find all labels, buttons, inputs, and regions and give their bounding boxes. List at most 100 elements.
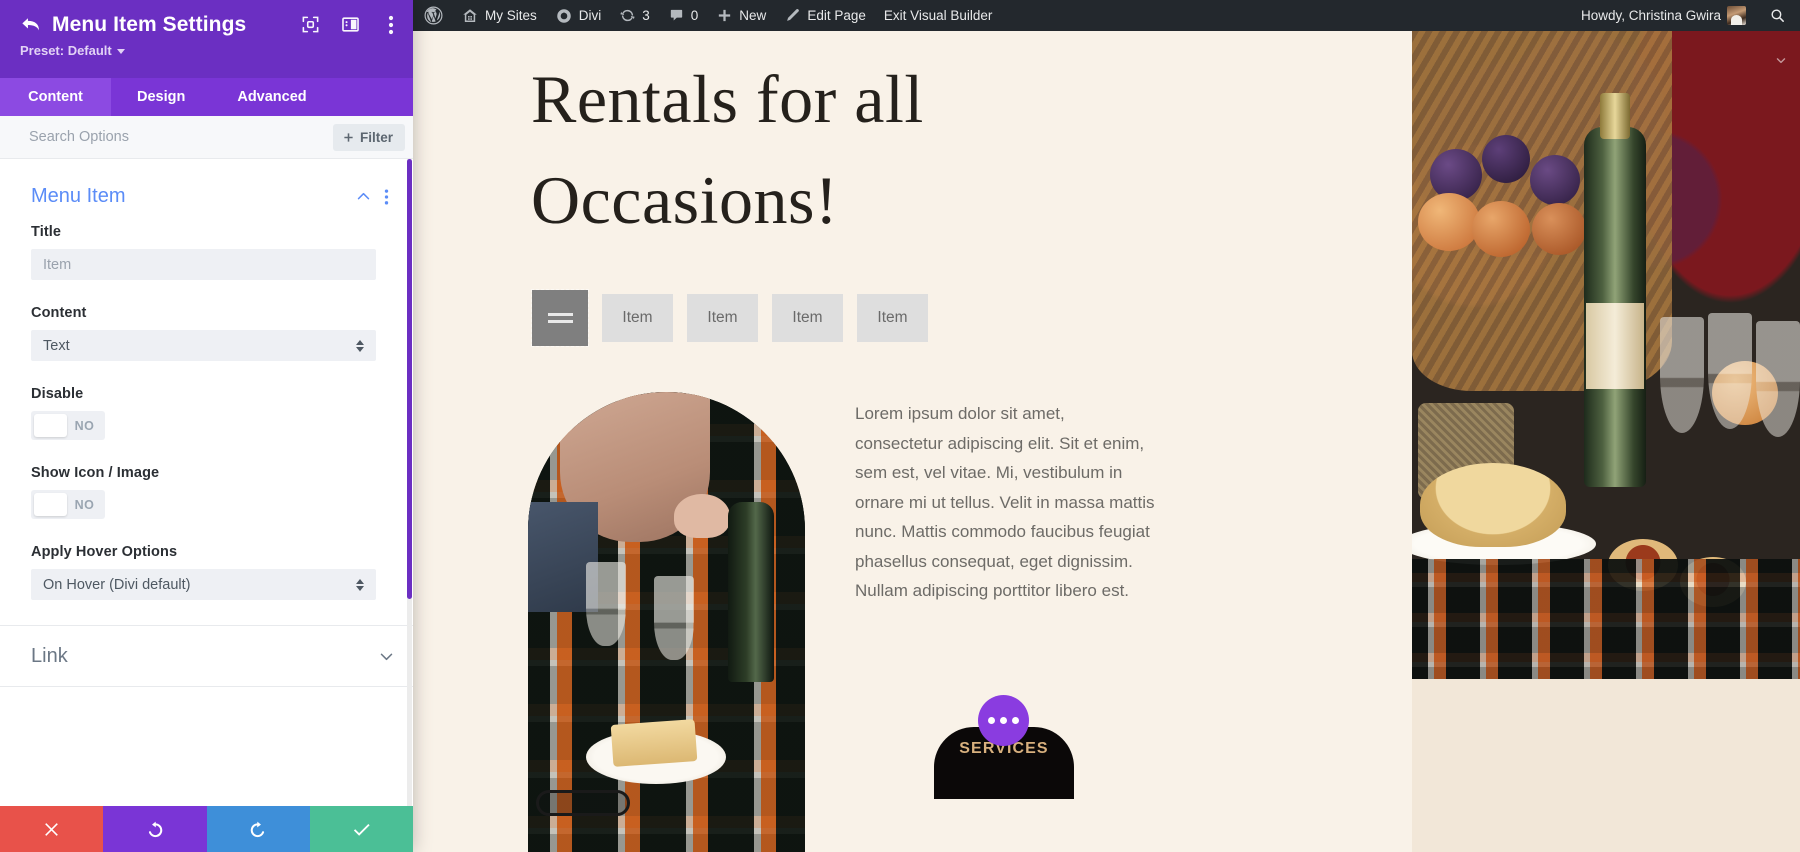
wp-logo-button[interactable] [413,0,452,31]
group-header-link[interactable]: Link [0,625,413,687]
hamburger-menu-icon [547,309,573,327]
wp-divi-button[interactable]: Divi [546,0,611,31]
wp-account-menu[interactable]: Howdy, Christina Gwira [1572,0,1755,31]
back-arrow-icon[interactable] [18,13,44,37]
wine-glass [586,562,626,646]
search-icon [1771,9,1784,22]
toggle-knob [34,493,67,516]
hamburger-menu-button[interactable] [531,289,589,347]
plus-icon [344,132,353,142]
chevron-up-icon[interactable] [349,188,378,205]
wp-admin-bar: My Sites Divi 3 0 New Edit Page Exit Vis… [413,0,1800,31]
updates-icon [620,9,635,22]
heading-line-2: Occasions! [531,162,839,238]
filter-label: Filter [359,129,393,145]
wp-updates-count: 3 [642,8,650,23]
wp-edit-page-button[interactable]: Edit Page [775,0,875,31]
wine-glass [1708,313,1752,429]
focus-target-icon[interactable] [300,14,321,35]
group-header-menu-item[interactable]: Menu Item [0,159,413,208]
settings-scrollbar-thumb[interactable] [407,159,412,599]
wp-exit-visual-builder-button[interactable]: Exit Visual Builder [875,0,1002,31]
filter-button[interactable]: Filter [332,123,405,151]
menu-item-2[interactable]: Item [687,294,758,342]
wp-comments-button[interactable]: 0 [659,0,708,31]
tab-content[interactable]: Content [0,78,111,116]
tab-design[interactable]: Design [111,78,211,116]
wine-glass [1756,321,1800,437]
panel-layout-icon[interactable] [340,14,361,35]
cancel-button[interactable] [0,806,104,852]
wp-comments-count: 0 [690,8,699,23]
menu-item-1[interactable]: Item [602,294,673,342]
select-arrows-icon [356,339,364,352]
page-title: Rentals for all Occasions! [531,31,1091,251]
show-icon-image-toggle-value: NO [74,497,95,512]
menu-item-4[interactable]: Item [857,294,928,342]
link-group-title: Link [31,644,68,667]
settings-scroll-area: Menu Item Title Item Content Text Disabl… [0,159,413,806]
vertical-dots-icon[interactable] [378,188,395,206]
wp-new-button[interactable]: New [707,0,775,31]
heading-clipped-line [531,31,1091,49]
fruit-shape [1418,193,1480,251]
toggle-knob [34,414,67,437]
redo-button[interactable] [206,806,310,852]
redo-icon [250,821,265,838]
vertical-dots-icon[interactable] [380,14,401,35]
wordpress-logo-icon [424,6,443,25]
settings-scrollbar[interactable] [407,159,412,806]
search-input[interactable] [29,129,333,145]
heading-line-1: Rentals for all [531,61,924,137]
show-icon-image-toggle[interactable]: NO [31,490,105,519]
wine-bottle [728,502,774,682]
wp-divi-label: Divi [578,8,602,23]
screen-root: My Sites Divi 3 0 New Edit Page Exit Vis… [0,0,1800,852]
field-disable: Disable NO [31,386,382,440]
check-icon [353,823,370,836]
bundt-cake [1420,463,1566,547]
settings-fields: Title Content Text Disable [0,208,413,600]
field-apply-hover: Apply Hover Options On Hover (Divi defau… [31,544,382,600]
wp-edit-page-label: Edit Page [807,8,866,23]
field-content: Content Text [31,305,382,361]
body-paragraph: Lorem ipsum dolor sit amet, consectetur … [855,404,1155,600]
disable-toggle[interactable]: NO [31,411,105,440]
chevron-down-icon[interactable] [378,648,395,665]
wp-new-label: New [739,8,767,23]
wp-updates-button[interactable]: 3 [610,0,659,31]
field-show-icon-image: Show Icon / Image NO [31,465,382,519]
fruit-shape [1472,201,1530,257]
apply-hover-select[interactable]: On Hover (Divi default) [31,569,376,600]
settings-tabs: Content Design Advanced [0,78,413,116]
cake-slice [610,719,698,767]
disable-toggle-value: NO [74,418,95,433]
select-arrows-icon [356,578,364,591]
group-title: Menu Item [31,185,126,207]
title-input[interactable] [31,249,376,280]
ellipsis-icon[interactable] [978,695,1029,746]
save-button[interactable] [309,806,413,852]
preset-selector[interactable]: Preset: Default [20,43,397,58]
preset-label: Preset: Default [20,43,112,58]
wp-search-button[interactable] [1755,7,1800,24]
fruit-shape [1482,135,1530,183]
menu-module: Item Item Item Item [531,289,928,347]
settings-panel-title: Menu Item Settings [52,13,247,36]
tab-advanced[interactable]: Advanced [211,78,332,116]
pencil-icon [787,9,800,21]
undo-icon [148,821,163,838]
settings-body: Menu Item Title Item Content Text Disabl… [0,159,413,806]
fruit-shape [1530,155,1580,205]
chevron-down-icon [116,49,125,54]
undo-button[interactable] [103,806,207,852]
person-hand [674,494,730,538]
apply-hover-select-value: On Hover (Divi default) [43,576,191,593]
page-canvas: Rentals for all Occasions! Item Item Ite… [413,31,1800,852]
settings-header-icons [300,14,401,35]
content-select[interactable]: Text [31,330,376,361]
wine-glass [654,576,694,660]
divi-icon [557,8,571,23]
menu-item-3[interactable]: Item [772,294,843,342]
wp-my-sites-button[interactable]: My Sites [452,0,546,31]
